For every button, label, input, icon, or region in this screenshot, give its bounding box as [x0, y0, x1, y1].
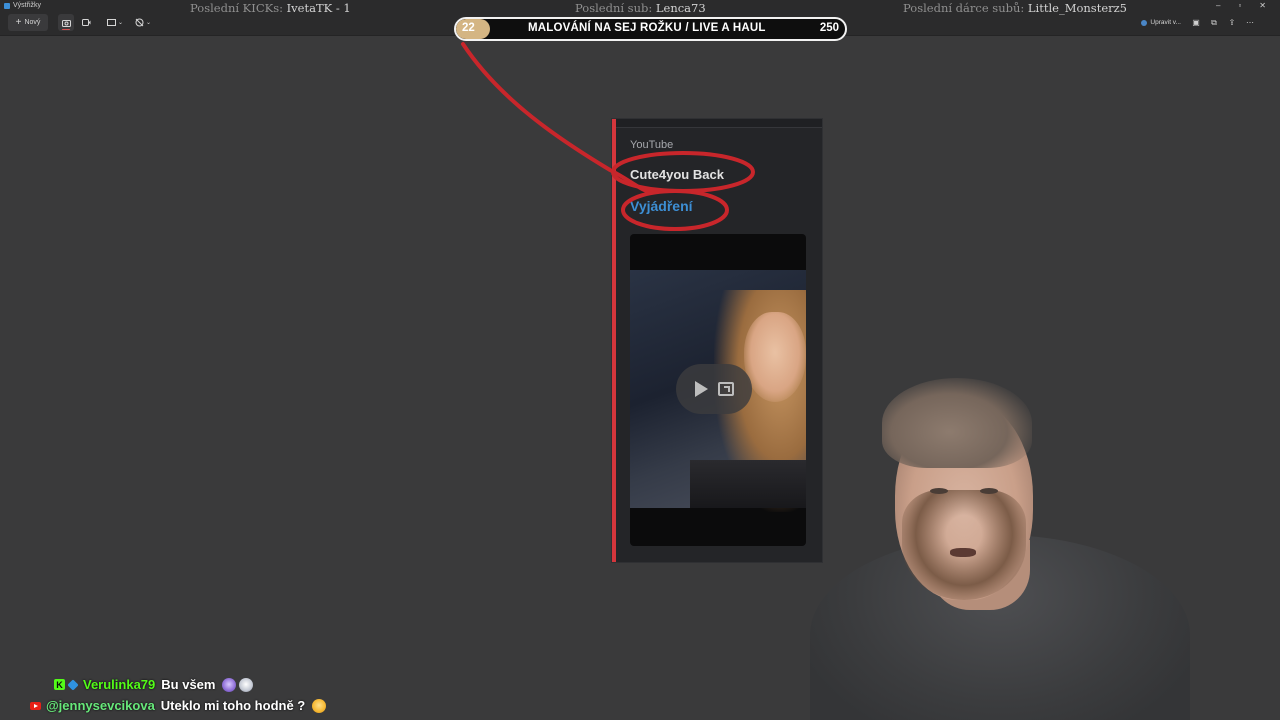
camera-icon [61, 19, 71, 27]
youtube-badge-icon [30, 701, 41, 710]
last-donor-value: Little_Monsterz5 [1027, 1, 1128, 15]
streamer-mouth [950, 548, 976, 557]
goal-title: MALOVÁNÍ NA SEJ ROŽKU / LIVE A HAUL [528, 22, 766, 34]
last-kicks-value: IvetaTK - 1 [286, 1, 351, 15]
rectangle-icon [106, 19, 116, 26]
emote-icon [222, 677, 237, 692]
embed-provider: YouTube [630, 139, 674, 151]
edit-in-label: Upravit v... [1150, 19, 1181, 26]
save-icon[interactable]: ▣ [1190, 17, 1202, 29]
screenshot-mode-button[interactable] [58, 14, 74, 31]
window-controls: – ▫ ✕ [1216, 1, 1266, 10]
chat-message: @jennysevcikova Uteklo mi toho hodně ? [30, 695, 327, 716]
stream-goal-bar: 22 MALOVÁNÍ NA SEJ ROŽKU / LIVE A HAUL 2… [454, 17, 847, 41]
delay-timer-dropdown[interactable]: ⌄ [132, 14, 154, 31]
chevron-down-icon: ⌄ [145, 20, 152, 26]
embed-accent-bar [612, 119, 616, 562]
streamer-hair [882, 378, 1032, 468]
paint-icon [1141, 19, 1148, 26]
last-sub-value: Lenca73 [655, 1, 706, 15]
last-donor-overlay: Poslední dárce subů: Little_Monsterz5 [903, 1, 1127, 15]
emote-icon [239, 677, 254, 692]
thumbnail-shoulder [690, 460, 806, 508]
minimize-icon[interactable]: – [1216, 1, 1220, 10]
last-kicks-label: Poslední KICKs: [190, 1, 283, 15]
snip-shape-dropdown[interactable]: ⌄ [104, 14, 126, 31]
embed-video-title[interactable]: Vyjádření [630, 198, 693, 214]
more-options-icon[interactable]: ⋯ [1244, 17, 1256, 29]
last-kicks-overlay: Poslední KICKs: IvetaTK - 1 [190, 1, 351, 15]
copy-icon[interactable]: ⧉ [1208, 17, 1220, 29]
chat-message: K Verulinka79 Bu všem [30, 674, 326, 695]
chat-text: Uteklo mi toho hodně ? [160, 698, 306, 713]
right-toolbar: Upravit v... ▣ ⧉ ⇪ ⋯ [1138, 14, 1256, 31]
chat-username: Verulinka79 [83, 677, 156, 692]
chat-text: Bu všem [161, 677, 216, 692]
close-icon[interactable]: ✕ [1259, 1, 1266, 10]
snip-top-strip [612, 119, 822, 128]
play-icon[interactable] [694, 381, 708, 397]
restore-icon[interactable]: ▫ [1238, 1, 1241, 10]
kick-badge-icon: K [54, 679, 65, 690]
plus-icon: + [15, 16, 22, 28]
last-donor-label: Poslední dárce subů: [903, 1, 1025, 15]
streamer-eye-right [980, 488, 998, 494]
edit-in-paint-button[interactable]: Upravit v... [1138, 19, 1184, 26]
timer-off-icon [135, 18, 144, 27]
last-sub-overlay: Poslední sub: Lenca73 [575, 1, 706, 15]
record-mode-button[interactable] [78, 14, 94, 31]
video-play-controls[interactable] [676, 364, 752, 414]
chat-username: @jennysevcikova [46, 698, 155, 713]
video-thumbnail[interactable] [630, 234, 806, 546]
chevron-down-icon: ⌄ [117, 20, 124, 26]
open-external-icon[interactable] [717, 382, 734, 396]
chat-overlay: K Verulinka79 Bu všem @jennysevcikova Ut… [30, 674, 327, 716]
cube-badge-icon [67, 678, 79, 691]
window-title: Výstřižky [13, 2, 41, 9]
last-sub-label: Poslední sub: [575, 1, 653, 15]
streamer-beard [902, 490, 1026, 600]
video-camera-icon [81, 19, 90, 26]
goal-current: 22 [462, 22, 475, 34]
new-snip-label: Nový [24, 19, 41, 26]
goal-target: 250 [819, 22, 839, 34]
snipping-tool-icon [4, 2, 10, 9]
new-snip-button[interactable]: + Nový [8, 14, 48, 31]
embed-author[interactable]: Cute4you Back [630, 167, 724, 182]
webcam-feed [790, 370, 1210, 720]
share-icon[interactable]: ⇪ [1226, 17, 1238, 29]
streamer-eye-left [930, 488, 948, 494]
app-title: Výstřižky [4, 2, 41, 9]
emote-icon [312, 698, 327, 713]
